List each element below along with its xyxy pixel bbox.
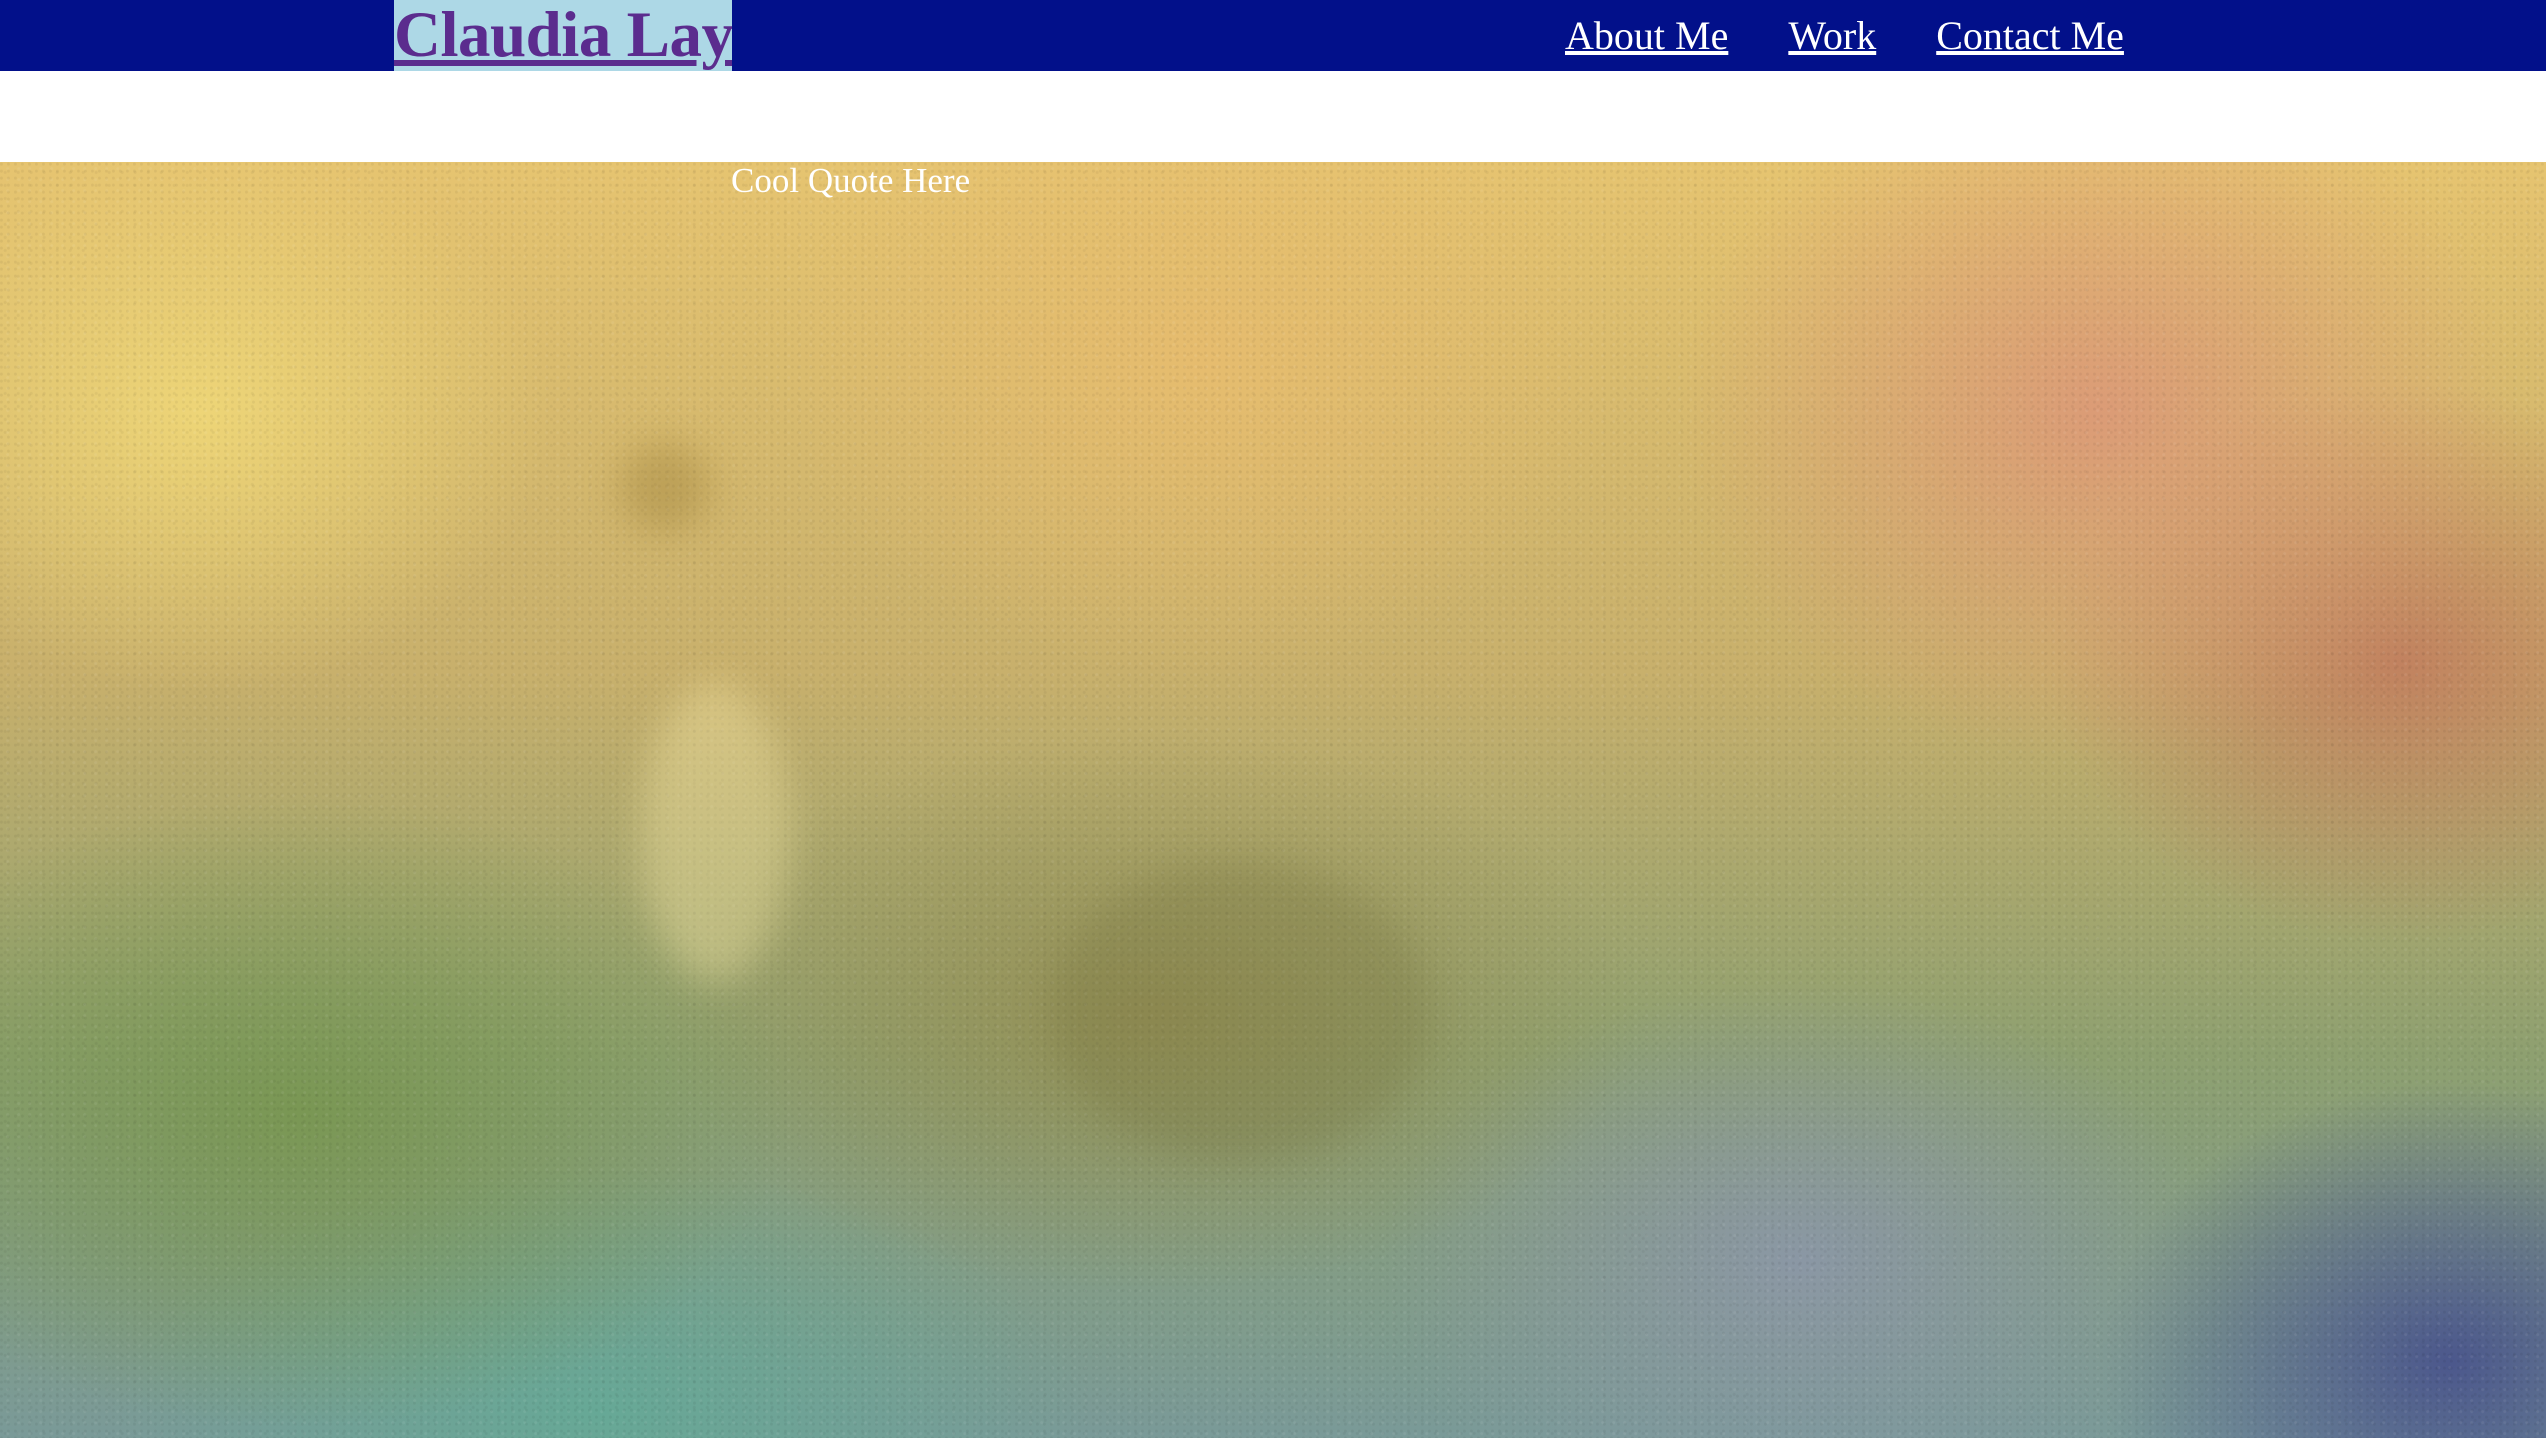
top-navbar: Claudia Lay About Me Work Contact Me xyxy=(0,0,2546,71)
hero-texture xyxy=(0,162,2546,1438)
header-spacer xyxy=(0,71,2546,162)
hero-quote: Cool Quote Here xyxy=(731,161,971,200)
nav-link-contact-me[interactable]: Contact Me xyxy=(1936,0,2124,71)
nav-link-about-me[interactable]: About Me xyxy=(1565,0,1728,71)
nav-links: About Me Work Contact Me xyxy=(1565,0,2124,71)
brand-logo[interactable]: Claudia Lay xyxy=(394,0,732,71)
hero-texture-spot xyxy=(620,442,710,532)
hero-background xyxy=(0,162,2546,1438)
nav-link-work[interactable]: Work xyxy=(1788,0,1876,71)
hero-texture-spot xyxy=(640,682,790,982)
brand-link[interactable]: Claudia Lay xyxy=(394,0,732,71)
hero-texture-spot xyxy=(1050,862,1430,1162)
